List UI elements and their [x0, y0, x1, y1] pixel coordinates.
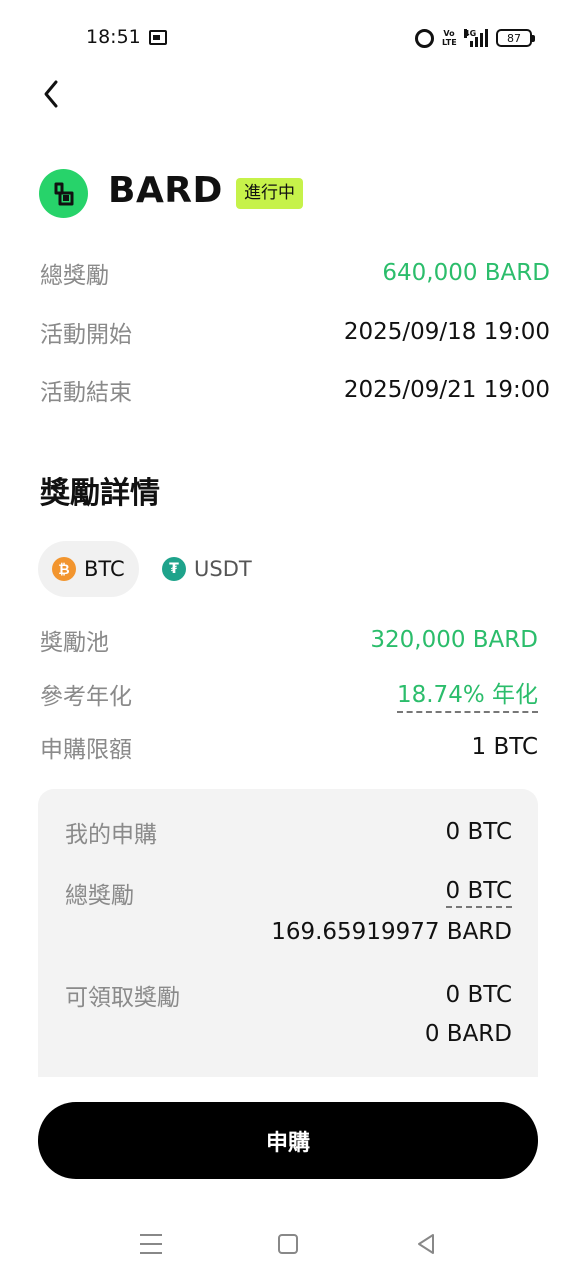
bard-logo-icon [39, 169, 88, 218]
pool-label: 獎勵池 [40, 630, 109, 656]
signal-icon: 4G [464, 29, 488, 47]
end-label: 活動結束 [40, 380, 132, 406]
btc-icon: ₿ [52, 557, 76, 581]
summary-total-reward-label: 總獎勵 [65, 883, 134, 909]
status-icons: Vo LTE 4G 87 [415, 26, 535, 50]
notification-icon [149, 30, 167, 45]
system-nav-bar [0, 1210, 576, 1280]
status-bar: 18:51 Vo LTE 4G 87 [0, 0, 576, 76]
claimable-bard: 0 BARD [424, 1021, 512, 1047]
my-subscription-row: 我的申購 0 BTC [65, 815, 512, 849]
status-time: 18:51 [86, 26, 141, 48]
claimable-btc: 0 BTC [445, 982, 512, 1008]
apr-value[interactable]: 18.74% 年化 [396, 675, 538, 713]
claimable-row: 可領取獎勵 0 BTC [65, 978, 512, 1012]
limit-value: 1 BTC [471, 734, 538, 760]
apr-label: 參考年化 [40, 684, 132, 710]
total-reward-label: 總獎勵 [40, 263, 109, 289]
nav-back-icon[interactable] [414, 1232, 438, 1256]
summary-card: 我的申購 0 BTC 總獎勵 0 BTC 169.65919977 BARD 可… [38, 789, 538, 1077]
total-reward-value: 640,000 BARD [382, 260, 550, 286]
network-type-label: 4G [464, 29, 477, 38]
apr-row: 參考年化 18.74% 年化 [40, 675, 538, 713]
battery-level: 87 [507, 31, 521, 45]
start-value: 2025/09/18 19:00 [343, 319, 550, 345]
tab-label: BTC [84, 557, 125, 581]
limit-row: 申購限額 1 BTC [40, 729, 538, 765]
overview-total-reward-row: 總獎勵 640,000 BARD [40, 255, 550, 291]
end-value: 2025/09/21 19:00 [343, 377, 550, 403]
overview-end-row: 活動結束 2025/09/21 19:00 [40, 372, 550, 408]
usdt-icon: ₮ [162, 557, 186, 581]
volte-icon: Vo LTE [442, 29, 457, 47]
recent-apps-icon[interactable] [140, 1234, 162, 1254]
section-title: 獎勵詳情 [40, 476, 160, 511]
alarm-icon [415, 28, 434, 48]
start-label: 活動開始 [40, 322, 132, 348]
pool-row: 獎勵池 320,000 BARD [40, 622, 538, 658]
chevron-left-icon [44, 80, 58, 108]
status-badge: 進行中 [236, 178, 303, 209]
battery-icon: 87 [496, 29, 535, 47]
limit-label: 申購限額 [40, 737, 132, 763]
pool-value: 320,000 BARD [370, 627, 538, 653]
tab-label: USDT [194, 557, 252, 581]
my-subscription-label: 我的申購 [65, 822, 157, 848]
overview-start-row: 活動開始 2025/09/18 19:00 [40, 314, 550, 350]
claimable-label: 可領取獎勵 [65, 985, 180, 1011]
subscribe-button[interactable]: 申購 [38, 1102, 538, 1179]
home-icon[interactable] [278, 1234, 298, 1254]
summary-total-reward-btc[interactable]: 0 BTC [445, 878, 512, 908]
tab-btc[interactable]: ₿ BTC [38, 541, 139, 597]
back-button[interactable] [34, 72, 74, 116]
summary-total-reward-bard: 169.65919977 BARD [271, 919, 512, 945]
token-name: BARD [108, 170, 223, 211]
tab-usdt[interactable]: ₮ USDT [162, 541, 252, 597]
my-subscription-value: 0 BTC [445, 819, 512, 845]
summary-total-reward-row: 總獎勵 0 BTC [65, 876, 512, 910]
